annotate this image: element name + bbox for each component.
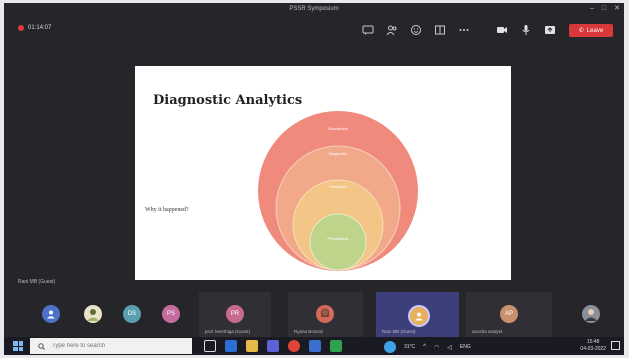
taskbar-search[interactable]: [30, 338, 192, 354]
participant-gallery: DS PS PR prof. keerthiga (Guest) Ryana B…: [4, 292, 624, 337]
participant-name: prof. keerthiga (Guest): [205, 329, 251, 334]
notification-icon[interactable]: [611, 341, 620, 350]
title-bar: PSSR Symposium: [4, 3, 624, 15]
chrome-icon[interactable]: [288, 340, 300, 352]
user-icon: [42, 305, 60, 323]
minimize-button[interactable]: –: [590, 3, 594, 15]
search-input[interactable]: [50, 342, 184, 350]
teams-window: PSSR Symposium – □ ✕ 01:14:07 ✆ Leave Di…: [4, 3, 624, 355]
slide-question: Why it happened?: [145, 207, 189, 213]
participant-tile[interactable]: AP anusha analyst: [466, 292, 552, 337]
share-icon[interactable]: [542, 22, 558, 38]
meeting-tools: [360, 22, 558, 38]
label-predictive: Predictive: [329, 184, 347, 189]
participant-name: anusha analyst: [472, 329, 503, 334]
mic-icon[interactable]: [518, 22, 534, 38]
rooms-icon[interactable]: [432, 22, 448, 38]
label-prescriptive: Prescriptive: [328, 236, 350, 241]
wifi-icon[interactable]: ◠: [434, 344, 439, 351]
label-diagnostic: Diagnostic: [329, 151, 348, 156]
user-icon: [408, 305, 430, 327]
weather-icon[interactable]: [384, 341, 396, 353]
chevron-up-icon[interactable]: ^: [423, 344, 426, 350]
circle-prescriptive: [309, 213, 367, 271]
taskbar-clock[interactable]: 15:48 04-03-2022: [580, 339, 606, 353]
taskbar-apps: [204, 340, 342, 352]
avatar-ps: PS: [162, 305, 180, 323]
windows-taskbar: 31°C ^ ◠ ◁ ENG 15:48 04-03-2022: [4, 337, 624, 355]
presentation-slide: Diagnostic Analytics Why it happened? De…: [135, 66, 511, 280]
participant-tile-active[interactable]: Rani MB (Guest): [376, 292, 459, 337]
presenter-label: Rani MB (Guest): [18, 279, 56, 285]
leave-button[interactable]: ✆ Leave: [569, 24, 613, 37]
volume-icon[interactable]: ◁: [447, 344, 452, 351]
task-view-icon[interactable]: [204, 340, 216, 352]
system-tray: 31°C ^ ◠ ◁ ENG: [384, 341, 471, 353]
people-icon[interactable]: [384, 22, 400, 38]
participant-tile[interactable]: [576, 292, 606, 337]
participant-tile[interactable]: PR prof. keerthiga (Guest): [199, 292, 271, 337]
meeting-toolbar: 01:14:07 ✆ Leave: [4, 15, 624, 45]
participant-name: Ryana Bosomi: [294, 329, 324, 334]
chat-icon[interactable]: [360, 22, 376, 38]
window-controls: – □ ✕: [590, 3, 620, 15]
participant-tile[interactable]: DS: [120, 292, 150, 337]
participant-name: Rani MB (Guest): [382, 329, 416, 334]
camera-icon[interactable]: [494, 22, 510, 38]
phone-icon: ✆: [578, 28, 584, 34]
reactions-icon[interactable]: [408, 22, 424, 38]
analytics-circles-diagram: Descriptive Diagnostic Predictive Prescr…: [258, 111, 418, 271]
weather-temp: 31°C: [404, 344, 416, 350]
participant-tile[interactable]: PS: [160, 292, 190, 337]
slide-title: Diagnostic Analytics: [153, 93, 303, 108]
recording-time: 01:14:07: [28, 25, 52, 31]
excel-icon[interactable]: [330, 340, 342, 352]
participant-tile[interactable]: Ryana Bosomi: [288, 292, 363, 337]
teams-icon[interactable]: [267, 340, 279, 352]
avatar-ap: AP: [500, 305, 518, 323]
more-icon[interactable]: [456, 22, 472, 38]
label-descriptive: Descriptive: [328, 126, 349, 131]
windows-start-icon[interactable]: [13, 341, 23, 351]
avatar-pr: PR: [226, 305, 244, 323]
window-title: PSSR Symposium: [289, 6, 339, 12]
language-indicator[interactable]: ENG: [460, 344, 471, 350]
participant-tile[interactable]: [80, 292, 110, 337]
participant-tile[interactable]: [36, 292, 66, 337]
clock-date: 04-03-2022: [580, 346, 606, 352]
word-icon[interactable]: [309, 340, 321, 352]
shared-screen-stage: Diagnostic Analytics Why it happened? De…: [4, 45, 624, 287]
file-explorer-icon[interactable]: [246, 340, 258, 352]
close-button[interactable]: ✕: [614, 3, 620, 15]
leave-label: Leave: [586, 27, 604, 34]
edge-icon[interactable]: [225, 340, 237, 352]
search-icon: [38, 337, 45, 355]
clock-time: 15:48: [586, 339, 600, 345]
photo-avatar: [84, 305, 102, 323]
maximize-button[interactable]: □: [602, 3, 606, 15]
record-dot-icon: [18, 25, 24, 31]
recording-indicator: 01:14:07: [18, 25, 51, 31]
avatar-ds: DS: [123, 305, 141, 323]
photo-avatar: [582, 305, 600, 323]
photo-avatar: [316, 305, 334, 323]
